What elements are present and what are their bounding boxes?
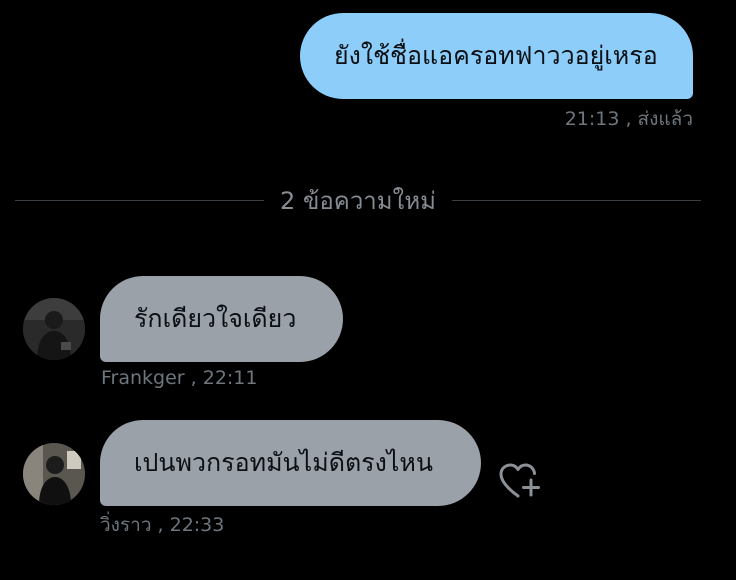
received-message-bubble[interactable]: เปนพวกรอทมันไม่ดีตรงไหน [100, 420, 481, 506]
avatar[interactable] [23, 298, 85, 360]
sent-message-bubble[interactable]: ยังใช้ชื่อแอครอทฟาววอยู่เหรอ [300, 13, 693, 99]
divider-line-right [451, 199, 701, 201]
new-messages-divider: 2 ข้อความใหม่ [15, 181, 701, 219]
avatar-photo-icon [23, 443, 85, 505]
received-message-bubble[interactable]: รักเดียวใจเดียว [100, 276, 343, 362]
received-message-meta: Frankger , 22:11 [101, 367, 258, 389]
received-message-meta: วิ่งราว , 22:33 [100, 514, 225, 536]
heart-plus-icon [499, 463, 540, 498]
avatar[interactable] [23, 443, 85, 505]
divider-line-left [15, 199, 265, 201]
sent-message-meta: 21:13 , ส่งแล้ว [564, 108, 693, 130]
new-messages-label: 2 ข้อความใหม่ [280, 186, 436, 215]
add-reaction-button[interactable] [497, 460, 543, 502]
sent-message-text: ยังใช้ชื่อแอครอทฟาววอยู่เหรอ [334, 41, 658, 70]
received-message-text: เปนพวกรอทมันไม่ดีตรงไหน [134, 448, 433, 477]
received-message-text: รักเดียวใจเดียว [134, 304, 297, 333]
avatar-photo-icon [23, 298, 85, 360]
